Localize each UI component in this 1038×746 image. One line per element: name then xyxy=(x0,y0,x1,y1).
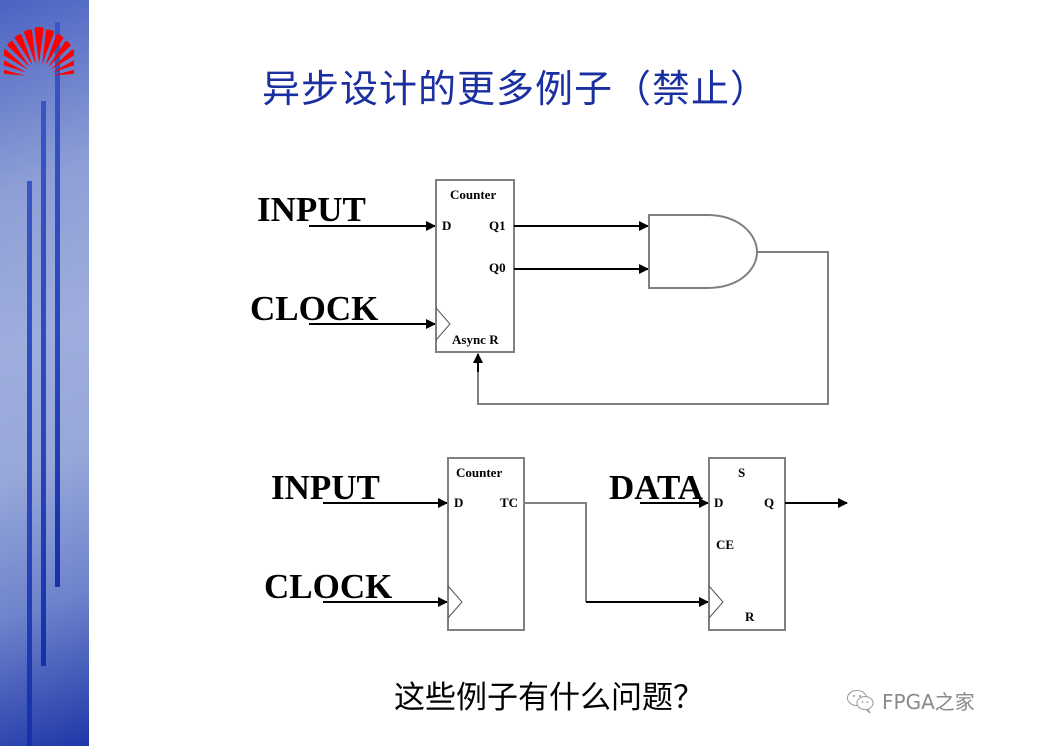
pin-d-ff: D xyxy=(714,495,723,510)
tc-wire xyxy=(524,502,587,602)
data-label: DATA xyxy=(609,468,704,507)
pin-d-2: D xyxy=(454,495,463,510)
input-label-2: INPUT xyxy=(271,468,380,507)
pin-tc: TC xyxy=(500,495,518,510)
pin-q: Q xyxy=(764,495,774,510)
pin-d-1: D xyxy=(442,218,451,233)
clock-label-2: CLOCK xyxy=(264,567,392,606)
pin-ce: CE xyxy=(716,537,734,552)
circuit-diagrams: INPUT CLOCK Counter D Q1 Q0 Async R INPU… xyxy=(250,179,848,631)
pin-r: R xyxy=(745,609,755,624)
question-text: 这些例子有什么问题？ xyxy=(394,680,704,716)
watermark-text: FPGA之家 xyxy=(882,690,975,714)
wechat-icon xyxy=(847,689,874,713)
watermark: FPGA之家 xyxy=(846,686,975,715)
pin-q1: Q1 xyxy=(489,218,506,233)
counter-block-2 xyxy=(447,457,525,631)
clock-label-1: CLOCK xyxy=(250,289,378,328)
counter-title-1: Counter xyxy=(450,187,496,202)
pin-s: S xyxy=(738,465,745,480)
input-label-1: INPUT xyxy=(257,190,366,229)
diagram-1: INPUT CLOCK Counter D Q1 Q0 Async R xyxy=(250,179,829,405)
and-gate-icon xyxy=(648,214,759,289)
counter-title-2: Counter xyxy=(456,465,502,480)
pin-q0: Q0 xyxy=(489,260,506,275)
diagram-2: INPUT CLOCK DATA Counter D TC S D Q CE R xyxy=(264,457,848,631)
pin-async-r: Async R xyxy=(452,332,499,347)
